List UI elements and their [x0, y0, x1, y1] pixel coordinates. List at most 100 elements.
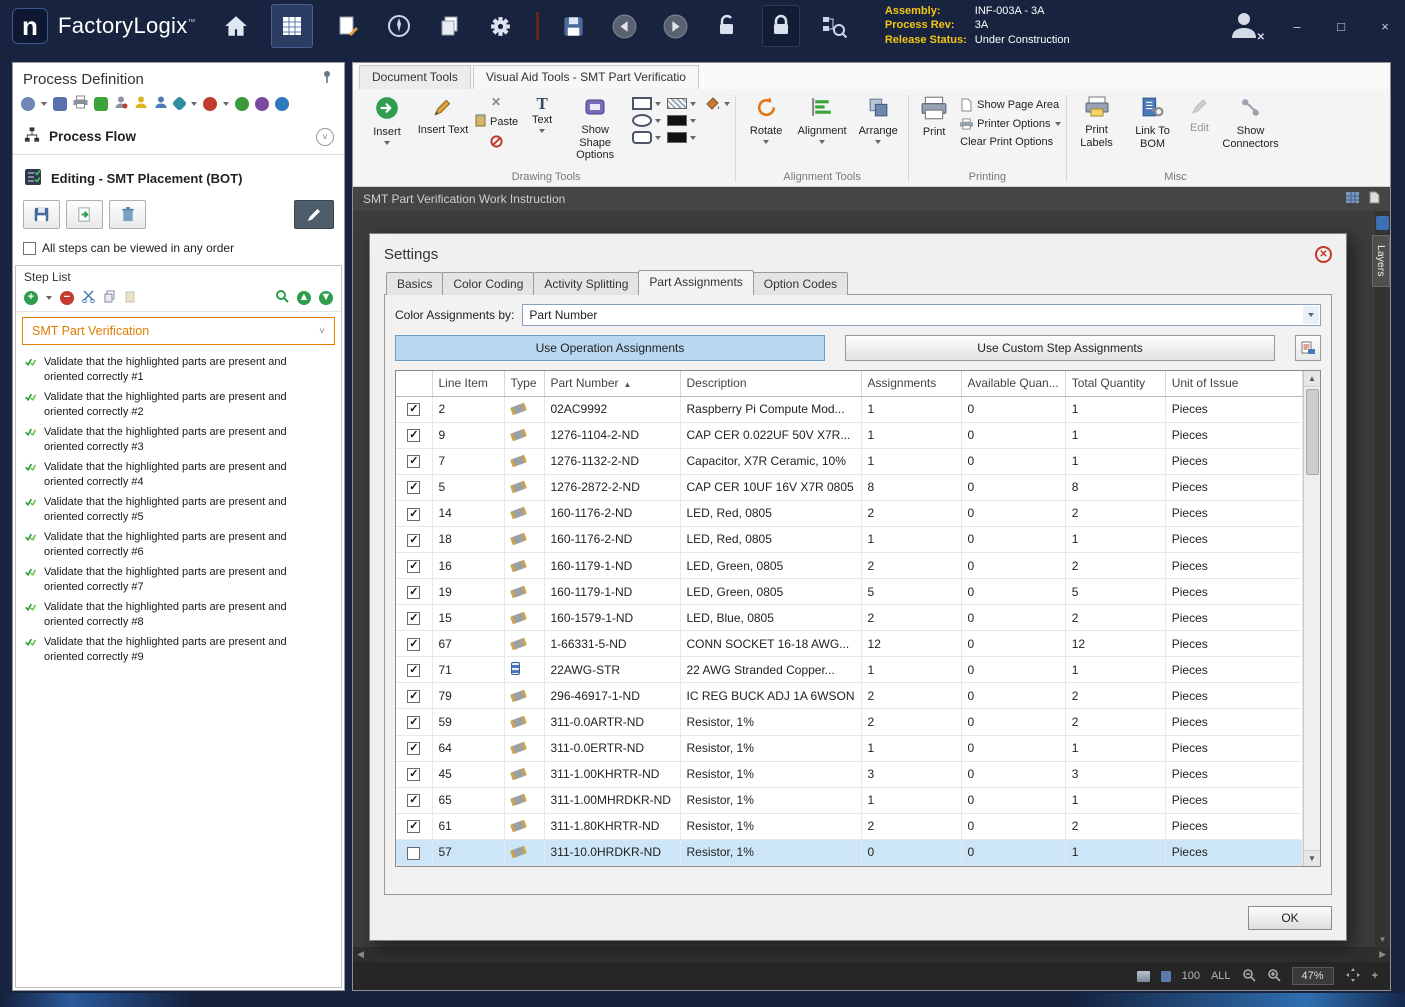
column-header[interactable]: Part Number▲ [544, 371, 680, 396]
add-step-icon[interactable]: + [24, 291, 38, 305]
home-icon[interactable] [220, 10, 252, 42]
rounded-shape-button[interactable] [632, 131, 661, 144]
route-icon[interactable] [53, 97, 67, 111]
scroll-down-icon[interactable]: ▼ [1379, 935, 1387, 944]
show-shape-options-button[interactable]: Show Shape Options [564, 93, 626, 164]
copy-pages-icon[interactable] [434, 10, 466, 42]
table-row[interactable]: 19160-1179-1-NDLED, Green, 0805505Pieces [396, 579, 1303, 605]
list-item[interactable]: Validate that the highlighted parts are … [16, 387, 341, 422]
move-down-icon[interactable]: ▼ [319, 291, 333, 305]
unlock-icon[interactable] [711, 10, 743, 42]
list-item[interactable]: Validate that the highlighted parts are … [16, 562, 341, 597]
grid-view-icon[interactable] [1345, 191, 1360, 207]
table-scroll-down-icon[interactable]: ▼ [1304, 850, 1320, 866]
table-row[interactable]: 15160-1579-1-NDLED, Blue, 0805202Pieces [396, 605, 1303, 631]
table-row[interactable]: 91276-1104-2-NDCAP CER 0.022UF 50V X7R..… [396, 422, 1303, 448]
row-checkbox[interactable] [407, 716, 420, 729]
print-icon[interactable] [73, 95, 88, 112]
import-button[interactable] [66, 200, 103, 229]
pin-icon[interactable] [320, 70, 334, 88]
start-icon[interactable] [235, 97, 249, 111]
info-icon[interactable] [275, 97, 289, 111]
insert-text-button[interactable]: Insert Text [416, 93, 470, 139]
settings-tab-part-assignments[interactable]: Part Assignments [638, 270, 753, 295]
edit-step-button[interactable] [294, 200, 334, 229]
user-lock-icon[interactable] [114, 95, 128, 112]
undo-back-icon[interactable] [609, 10, 641, 42]
border-color-button[interactable] [667, 115, 696, 126]
remove-step-icon[interactable]: − [60, 291, 74, 305]
row-checkbox[interactable] [407, 664, 420, 677]
table-row[interactable]: 7122AWG-STR22 AWG Stranded Copper...101P… [396, 657, 1303, 683]
layers-tab[interactable]: Layers [1372, 235, 1390, 287]
insert-button[interactable]: Insert [360, 93, 414, 147]
save-step-button[interactable] [23, 200, 60, 229]
list-item[interactable]: Validate that the highlighted parts are … [16, 527, 341, 562]
row-checkbox[interactable] [407, 612, 420, 625]
milestone-icon[interactable] [172, 96, 188, 112]
row-checkbox[interactable] [407, 847, 420, 860]
document-pen-icon[interactable] [332, 10, 364, 42]
ellipse-shape-button[interactable] [632, 114, 661, 127]
table-row[interactable]: 57311-10.0HRDKR-NDResistor, 1%001Pieces [396, 839, 1303, 865]
add-step-dropdown-icon[interactable] [46, 296, 52, 300]
row-checkbox[interactable] [407, 429, 420, 442]
discard-button[interactable] [109, 200, 146, 229]
table-row[interactable]: 18160-1176-2-NDLED, Red, 0805101Pieces [396, 526, 1303, 552]
cut-icon[interactable]: ✕ [491, 96, 501, 108]
page-icon[interactable] [1161, 971, 1171, 982]
settings-tab-basics[interactable]: Basics [386, 272, 443, 295]
row-checkbox[interactable] [407, 820, 420, 833]
print-labels-button[interactable]: Print Labels [1070, 93, 1124, 151]
stage-icon[interactable] [255, 97, 269, 111]
scroll-left-icon[interactable]: ◀ [357, 949, 364, 960]
minimize-button[interactable]: – [1289, 19, 1305, 34]
sync-steps-icon[interactable] [94, 97, 108, 111]
user-logout-icon[interactable]: ✕ [1229, 11, 1261, 41]
table-row[interactable]: 59311-0.0ARTR-NDResistor, 1%202Pieces [396, 709, 1303, 735]
thumbnail-icon[interactable] [1137, 971, 1150, 982]
document-canvas[interactable]: ▲ ▼ Layers Settings ✕ BasicsColor Coding… [353, 211, 1390, 947]
lock-icon[interactable] [762, 5, 800, 47]
collapse-chevron-icon[interactable]: ˅ [316, 128, 334, 146]
paste-step-icon[interactable] [124, 290, 136, 306]
table-row[interactable]: 64311-0.0ERTR-NDResistor, 1%101Pieces [396, 735, 1303, 761]
record-icon[interactable] [203, 97, 217, 111]
list-item[interactable]: Validate that the highlighted parts are … [16, 352, 341, 387]
zoom-level[interactable]: 47% [1292, 967, 1334, 985]
table-row[interactable]: 65311-1.00MHRDKR-NDResistor, 1%101Pieces [396, 787, 1303, 813]
row-checkbox[interactable] [407, 638, 420, 651]
user-yellow-icon[interactable] [134, 95, 148, 112]
delete-icon[interactable] [490, 135, 503, 151]
settings-gear-icon[interactable] [485, 10, 517, 42]
list-item[interactable]: Validate that the highlighted parts are … [16, 492, 341, 527]
process-flow-row[interactable]: Process Flow ˅ [13, 119, 344, 155]
close-button[interactable]: × [1377, 19, 1393, 34]
use-custom-step-assignments-button[interactable]: Use Custom Step Assignments [845, 335, 1275, 361]
step-chevron-icon[interactable]: ˅ [319, 326, 325, 337]
column-header[interactable]: Line Item [432, 371, 504, 396]
process-editor-icon[interactable] [271, 4, 313, 48]
row-checkbox[interactable] [407, 455, 420, 468]
column-header[interactable]: Unit of Issue [1165, 371, 1302, 396]
print-button[interactable]: Print [912, 93, 956, 141]
table-row[interactable]: 71276-1132-2-NDCapacitor, X7R Ceramic, 1… [396, 448, 1303, 474]
printer-options-button[interactable]: Printer Options [960, 118, 1060, 130]
row-checkbox[interactable] [407, 481, 420, 494]
table-row[interactable]: 61311-1.80KHRTR-NDResistor, 1%202Pieces [396, 813, 1303, 839]
zoom-100-button[interactable]: 100 [1182, 970, 1200, 982]
row-checkbox[interactable] [407, 508, 420, 521]
table-scroll-up-icon[interactable]: ▲ [1304, 371, 1320, 387]
link-to-bom-button[interactable]: Link To BOM [1126, 93, 1180, 152]
show-connectors-button[interactable]: Show Connectors [1220, 93, 1282, 152]
tree-search-icon[interactable] [819, 10, 851, 42]
find-step-icon[interactable] [275, 289, 289, 306]
settings-tab-activity-splitting[interactable]: Activity Splitting [533, 272, 639, 295]
zoom-out-icon[interactable] [1242, 968, 1256, 985]
refresh-icon[interactable] [21, 97, 35, 111]
zoom-plus-icon[interactable]: + [1372, 970, 1378, 982]
column-header[interactable]: Assignments [861, 371, 961, 396]
dialog-close-icon[interactable]: ✕ [1315, 246, 1332, 263]
table-row[interactable]: 79296-46917-1-NDIC REG BUCK ADJ 1A 6WSON… [396, 683, 1303, 709]
line-style-button[interactable] [667, 98, 696, 109]
